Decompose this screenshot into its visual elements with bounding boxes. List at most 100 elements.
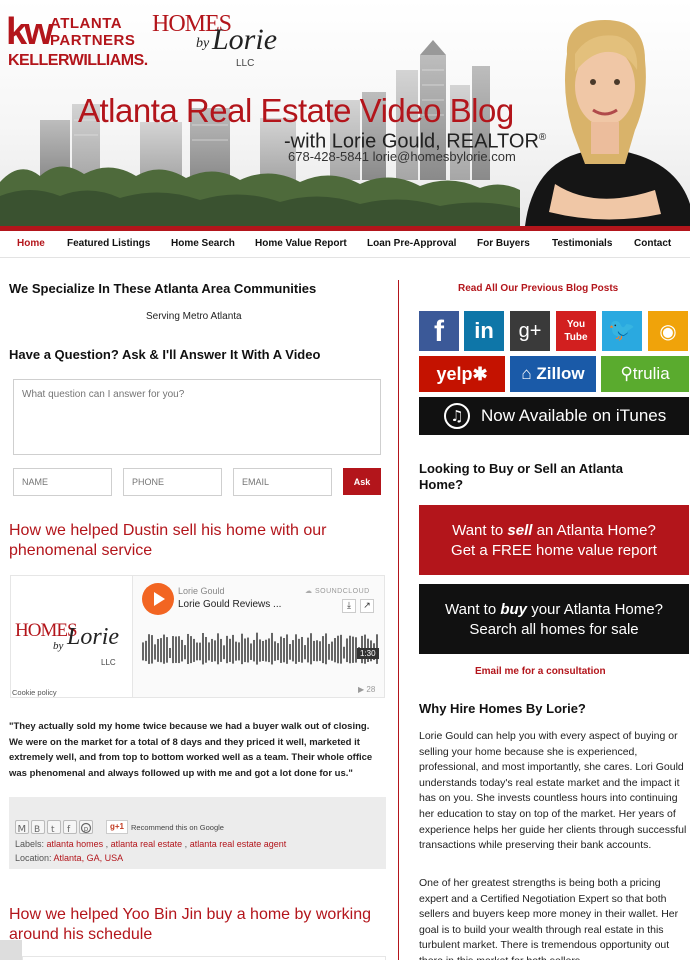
waveform-bar [208,642,210,661]
communities-subtext: Serving Metro Atlanta [146,311,242,322]
kw-mark: kw [6,11,54,53]
facebook-share-icon[interactable]: f [63,820,77,835]
play-count: ▶ 28 [358,683,375,696]
location-link[interactable]: Atlanta, GA, USA [54,853,124,863]
waveform-bar [232,634,234,664]
nav-home[interactable]: Home [17,237,45,250]
question-textarea[interactable] [13,379,381,455]
waveform-bar [352,636,354,663]
soundcloud-provider: SOUNDCLOUD [314,588,370,595]
soundcloud-artwork[interactable]: HOMES by Lorie LLC Cookie policy [10,575,133,698]
buy-cta-emphasis: buy [500,601,528,618]
waveform-bar [283,638,285,663]
waveform[interactable] [142,625,380,669]
waveform-bar [151,635,153,664]
waveform-bar [247,637,249,663]
buy-cta-post: your Atlanta Home? [527,601,663,618]
post-title-yoo-bin-jin[interactable]: How we helped Yoo Bin Jin buy a home by … [9,905,384,945]
ask-button[interactable]: Ask [343,468,381,495]
facebook-icon[interactable]: f [419,311,459,351]
zillow-label: Zillow [536,364,585,383]
zillow-badge[interactable]: ⌂ Zillow [510,356,596,392]
kw-wordmark: KELLERWILLIAMS. [8,52,148,69]
waveform-bar [142,642,144,661]
nav-contact[interactable]: Contact [634,237,671,250]
label-link-atlanta-homes[interactable]: atlanta homes [47,839,104,849]
cookie-policy-link[interactable]: Cookie policy [12,688,57,698]
waveform-bar [349,635,351,664]
artwork-lorie: Lorie [67,624,120,650]
waveform-bar [154,644,156,660]
nav-loan-pre-approval[interactable]: Loan Pre-Approval [367,237,456,250]
twitter-icon[interactable]: 🐦 [602,311,642,351]
sell-cta-emphasis: sell [507,522,533,539]
testimonial-quote: "They actually sold my home twice becaus… [9,721,373,779]
waveform-bar [175,636,177,663]
waveform-bar [280,636,282,663]
name-field[interactable] [13,468,112,496]
why-hire-heading: Why Hire Homes By Lorie? [419,701,586,716]
share-icon[interactable]: ↗ [360,599,374,613]
play-button[interactable] [142,583,174,615]
waveform-bar [340,634,342,664]
trulia-badge[interactable]: ⚲trulia [601,356,689,392]
play-count-value: 28 [366,685,376,694]
lorie-gould-photo [525,20,690,226]
soundcloud-label[interactable]: ☁ SOUNDCLOUD [305,585,370,598]
player-artist[interactable]: Lorie Gould [178,585,225,598]
waveform-bar [304,645,306,660]
waveform-bar [319,641,321,661]
youtube-icon[interactable]: You Tube [556,311,596,351]
nav-home-value-report[interactable]: Home Value Report [255,237,347,250]
read-all-posts-link[interactable]: Read All Our Previous Blog Posts [458,282,618,295]
waveform-bar [253,639,255,662]
waveform-bar [157,638,159,662]
linkedin-icon[interactable]: in [464,311,504,351]
post-title-dustin[interactable]: How we helped Dustin sell his home with … [9,521,384,561]
player-track-title[interactable]: Lorie Gould Reviews ... [178,598,281,611]
waveform-bar [220,638,222,662]
waveform-bar [187,633,189,665]
sell-home-cta[interactable]: Want to sell an Atlanta Home? Get a FREE… [419,505,689,575]
yelp-badge[interactable]: yelp✱ [419,356,505,392]
kw-office-name: ATLANTA PARTNERS [50,15,135,49]
waveform-bar [166,637,168,663]
email-share-icon[interactable]: M [15,820,29,835]
waveform-bar [205,636,207,663]
twitter-share-icon[interactable]: t [47,820,61,835]
waveform-bar [178,636,180,664]
email-consultation-link[interactable]: Email me for a consultation [475,665,606,678]
nav-testimonials[interactable]: Testimonials [552,237,612,250]
google-plus-icon[interactable]: g+ [510,311,550,351]
buy-home-cta[interactable]: Want to buy your Atlanta Home? Search al… [419,584,689,654]
waveform-bar [181,639,183,662]
music-note-icon: ♫ [444,403,470,429]
artwork-by: by [53,640,64,652]
itunes-banner[interactable]: ♫ Now Available on iTunes [419,397,689,435]
download-icon[interactable]: ⤓ [342,599,356,613]
blog-share-icon[interactable]: B [31,820,45,835]
label-link-atlanta-real-estate-agent[interactable]: atlanta real estate agent [190,839,287,849]
keller-williams-logo[interactable]: kw ATLANTA PARTNERS KELLERWILLIAMS. [6,12,148,72]
rss-icon[interactable]: ◉ [648,311,688,351]
duration-badge: 1:30 [357,648,379,659]
post-labels: Labels: atlanta homes , atlanta real est… [15,839,287,849]
nav-featured-listings[interactable]: Featured Listings [67,237,150,250]
trulia-pin-icon: ⚲ [620,364,633,383]
zillow-icon: ⌂ [521,364,537,383]
homes-by-lorie-logo[interactable]: HOMES by Lorie LLC [152,10,277,72]
post-location: Location: Atlanta, GA, USA [15,852,123,865]
google-plus-one-button[interactable]: g+1 [106,820,129,834]
email-field[interactable] [233,468,332,496]
nav-home-search[interactable]: Home Search [171,237,235,250]
why-hire-paragraph-2: One of her greatest strengths is being b… [419,877,679,960]
pinterest-share-icon[interactable]: p [79,820,93,834]
sell-cta-post: an Atlanta Home? [532,522,656,539]
nav-for-buyers[interactable]: For Buyers [477,237,530,250]
waveform-bar [190,636,192,664]
label-link-atlanta-real-estate[interactable]: atlanta real estate [111,839,183,849]
phone-field[interactable] [123,468,222,496]
recommend-google-text: Recommend this on Google [131,823,224,832]
blog-contact: 678-428-5841 lorie@homesbylorie.com [288,149,516,164]
waveform-bar [277,643,279,661]
